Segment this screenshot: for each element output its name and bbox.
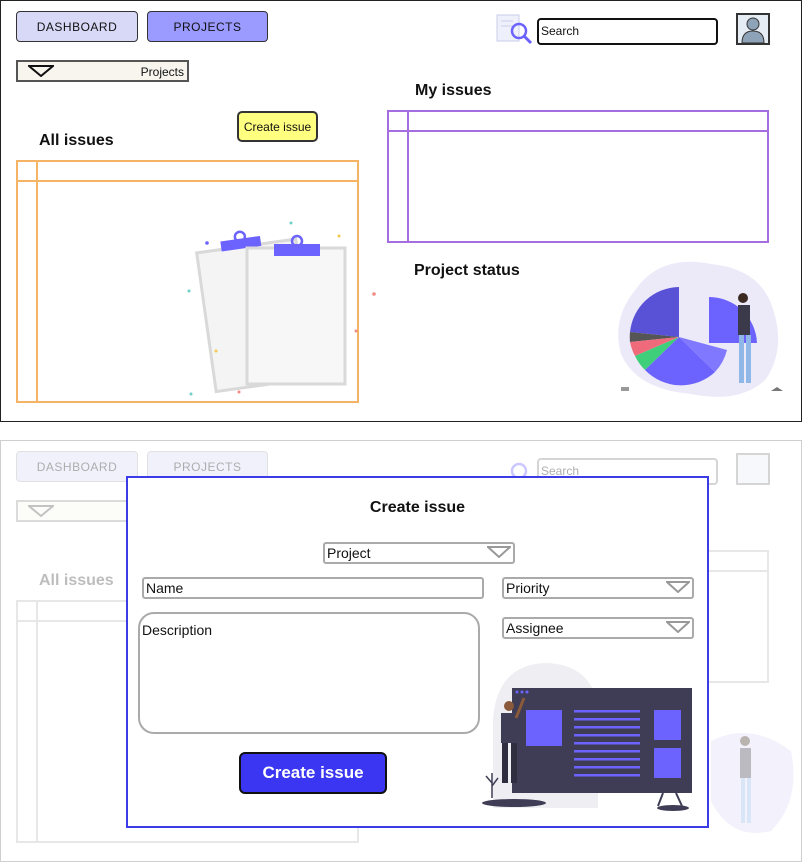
projects-nav-button[interactable]: PROJECTS xyxy=(147,11,268,42)
dashboard-nav-button[interactable]: DASHBOARD xyxy=(16,11,138,42)
dashboard-nav-button: DASHBOARD xyxy=(16,451,138,482)
chevron-down-icon xyxy=(28,505,54,517)
user-icon xyxy=(741,17,765,44)
create-issue-modal: Create issue Project Name Priority Descr… xyxy=(126,476,709,828)
project-status-title: Project status xyxy=(414,262,520,279)
chevron-down-icon xyxy=(666,581,690,593)
avatar xyxy=(736,453,770,485)
dashboard-board-illustration xyxy=(482,663,692,811)
description-field[interactable]: Description xyxy=(138,612,480,734)
all-issues-title: All issues xyxy=(39,132,114,149)
all-issues-title: All issues xyxy=(39,572,114,589)
avatar[interactable] xyxy=(736,13,770,45)
project-selector-label: Projects xyxy=(140,65,184,79)
chevron-down-icon xyxy=(666,621,690,633)
dashboard-screen: DASHBOARD PROJECTS Search Projects My is… xyxy=(0,0,802,422)
create-issue-submit-button[interactable]: Create issue xyxy=(239,752,387,794)
priority-select[interactable]: Priority xyxy=(502,577,694,599)
my-issues-title: My issues xyxy=(415,82,492,99)
my-issues-table[interactable] xyxy=(387,110,769,243)
project-selector[interactable]: Projects xyxy=(16,60,189,82)
name-field[interactable]: Name xyxy=(142,577,484,599)
search-icon[interactable] xyxy=(495,11,535,47)
assignee-select[interactable]: Assignee xyxy=(502,617,694,639)
project-select-label: Project xyxy=(327,545,371,561)
assignee-select-label: Assignee xyxy=(506,620,564,636)
chevron-down-icon xyxy=(28,65,54,77)
project-select[interactable]: Project xyxy=(323,542,515,564)
clipboards-illustration xyxy=(187,221,376,396)
chevron-down-icon xyxy=(487,546,511,558)
create-issue-screen: DASHBOARD PROJECTS Search All issues Cre… xyxy=(0,440,802,862)
project-status-illustration xyxy=(618,261,783,397)
modal-title: Create issue xyxy=(369,499,466,516)
search-input[interactable]: Search xyxy=(537,18,718,45)
priority-select-label: Priority xyxy=(506,580,550,596)
project-status-illustration xyxy=(711,733,794,833)
create-issue-button[interactable]: Create issue xyxy=(237,111,318,142)
